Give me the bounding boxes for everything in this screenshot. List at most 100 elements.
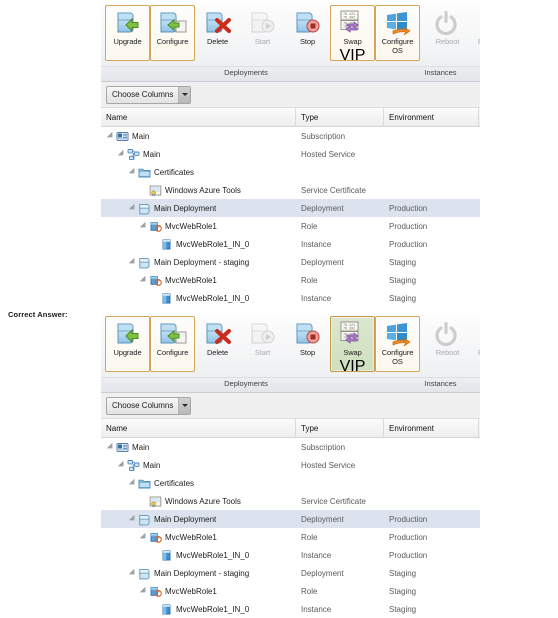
tree-grid-row[interactable]: Main Deployment Deployment Production — [101, 199, 480, 217]
node-label: Windows Azure Tools — [165, 185, 241, 195]
swap-vip-icon: 79.121.79.392. 79.392.79.121. — [338, 9, 368, 36]
tree-expander-icon[interactable] — [139, 587, 148, 596]
stop-button[interactable]: Stop — [285, 316, 330, 372]
tree-expander-placeholder — [150, 605, 159, 614]
tree-grid-row[interactable]: Windows Azure Tools Service Certificate — [101, 181, 480, 199]
role-icon — [149, 585, 162, 598]
instance-icon — [160, 603, 173, 616]
tree-grid-row[interactable]: Certificates — [101, 474, 480, 492]
tree-expander-icon[interactable] — [128, 168, 137, 177]
configure-os-icon — [383, 320, 413, 347]
certificate-icon — [149, 495, 162, 508]
cell-environment: Staging — [389, 568, 417, 578]
upgrade-label: Upgrade — [113, 348, 142, 357]
tree-grid-row[interactable]: MvcWebRole1 Role Staging — [101, 582, 480, 600]
stop-button[interactable]: Stop — [285, 5, 330, 61]
column-header-environment[interactable]: Environment — [384, 108, 479, 126]
tree-expander-icon[interactable] — [139, 533, 148, 542]
node-label: MvcWebRole1_IN_0 — [176, 550, 250, 560]
tree-grid-row[interactable]: Main Subscription — [101, 438, 480, 456]
upgrade-icon — [113, 320, 143, 347]
tree-expander-icon[interactable] — [106, 443, 115, 452]
tree-expander-icon[interactable] — [117, 461, 126, 470]
node-label: MvcWebRole1 — [165, 586, 217, 596]
tree-grid-row[interactable]: Main Deployment - staging Deployment Stagi… — [101, 253, 480, 271]
tree-expander-icon[interactable] — [128, 569, 137, 578]
cell-type — [296, 163, 384, 181]
delete-button[interactable]: Delete — [195, 5, 240, 61]
tree-grid-row[interactable]: Certificates — [101, 163, 480, 181]
tree-grid-row[interactable]: MvcWebRole1 Role Production — [101, 217, 480, 235]
subscription-icon — [116, 441, 129, 454]
tree-expander-icon[interactable] — [128, 515, 137, 524]
role-icon — [149, 274, 162, 287]
ribbon-group-label-bar: Deployments Instances — [101, 377, 480, 392]
tree-expander-icon[interactable] — [106, 132, 115, 141]
column-header-name[interactable]: Name — [101, 108, 296, 126]
choose-columns-button[interactable]: Choose Columns — [106, 396, 192, 415]
cell-name: MvcWebRole1_IN_0 — [101, 600, 296, 618]
tree-grid-row[interactable]: MvcWebRole1_IN_0 Instance Production — [101, 235, 480, 253]
tree-expander-icon[interactable] — [128, 204, 137, 213]
tree-expander-icon[interactable] — [139, 276, 148, 285]
deployment-icon — [138, 256, 151, 269]
node-label: MvcWebRole1 — [165, 221, 217, 231]
configure-icon — [158, 320, 188, 347]
column-header-name[interactable]: Name — [101, 419, 296, 437]
tree-grid-row[interactable]: Main Deployment - staging Deployment Stagi… — [101, 564, 480, 582]
cell-environment: Production — [389, 514, 428, 524]
stop-label: Stop — [299, 348, 316, 357]
delete-button[interactable]: Delete — [195, 316, 240, 372]
tree-grid-row[interactable]: MvcWebRole1_IN_0 Instance Staging — [101, 600, 480, 618]
tree-grid-row[interactable]: MvcWebRole1 Role Staging — [101, 271, 480, 289]
configure-os-button[interactable]: Configure OS — [375, 5, 420, 61]
chevron-down-icon — [181, 93, 188, 96]
column-header-environment[interactable]: Environment — [384, 419, 479, 437]
tree-expander-icon[interactable] — [117, 150, 126, 159]
configure-button[interactable]: Configure — [150, 316, 195, 372]
cell-name: Main Deployment — [101, 510, 296, 528]
choose-columns-dropdown[interactable] — [178, 86, 191, 103]
tree-grid-row[interactable]: Main Hosted Service — [101, 145, 480, 163]
configure-label: Configure — [156, 37, 189, 46]
reboot-icon — [433, 9, 463, 36]
tree-expander-icon[interactable] — [139, 222, 148, 231]
swap-vip-button[interactable]: 79.121.79.392. 79.392.79.121. SwapVIP — [330, 316, 375, 375]
configure-button[interactable]: Configure — [150, 5, 195, 61]
cell-name: Main — [101, 127, 296, 145]
cell-type: Deployment — [301, 203, 344, 213]
cell-environment — [384, 181, 479, 199]
tree-grid-row[interactable]: Windows Azure Tools Service Certificate — [101, 492, 480, 510]
upgrade-button[interactable]: Upgrade — [105, 5, 150, 61]
tree-grid-row[interactable]: Main Deployment Deployment Production — [101, 510, 480, 528]
tree-grid-row[interactable]: MvcWebRole1_IN_0 Instance Staging — [101, 289, 480, 307]
cell-type: Service Certificate — [301, 496, 366, 506]
cell-type: Deployment — [301, 514, 344, 524]
grid-header-row: Name Type Environment — [101, 419, 480, 438]
swap-vip-label: Swap — [343, 37, 362, 46]
configure-os-button[interactable]: Configure OS — [375, 316, 420, 372]
swap-vip-label-line2: VIP — [339, 357, 366, 375]
ribbon-group-deployments: Upgrade Configure Delete Start Stop 79.1… — [101, 313, 420, 377]
column-toolbar: Choose Columns — [101, 393, 480, 419]
swap-vip-button[interactable]: 79.121.79.392. 79.392.79.121. SwapVIP — [330, 5, 375, 64]
tree-grid-row[interactable]: Main Subscription — [101, 127, 480, 145]
tree-expander-icon[interactable] — [128, 258, 137, 267]
choose-columns-dropdown[interactable] — [178, 397, 191, 414]
cell-environment: Staging — [389, 257, 417, 267]
upgrade-icon — [113, 9, 143, 36]
reboot-button: Reboot — [425, 316, 470, 372]
column-header-type[interactable]: Type — [296, 419, 384, 437]
column-header-type[interactable]: Type — [296, 108, 384, 126]
instance-icon — [160, 549, 173, 562]
tree-grid-row[interactable]: MvcWebRole1_IN_0 Instance Production — [101, 546, 480, 564]
upgrade-button[interactable]: Upgrade — [105, 316, 150, 372]
cell-name: MvcWebRole1 — [101, 528, 296, 546]
tree-expander-icon[interactable] — [128, 479, 137, 488]
tree-grid-row[interactable]: MvcWebRole1 Role Production — [101, 528, 480, 546]
start-icon — [248, 320, 278, 347]
cell-name: Main — [101, 456, 296, 474]
reboot-label: Reboot — [435, 37, 460, 46]
tree-grid-row[interactable]: Main Hosted Service — [101, 456, 480, 474]
choose-columns-button[interactable]: Choose Columns — [106, 85, 192, 104]
